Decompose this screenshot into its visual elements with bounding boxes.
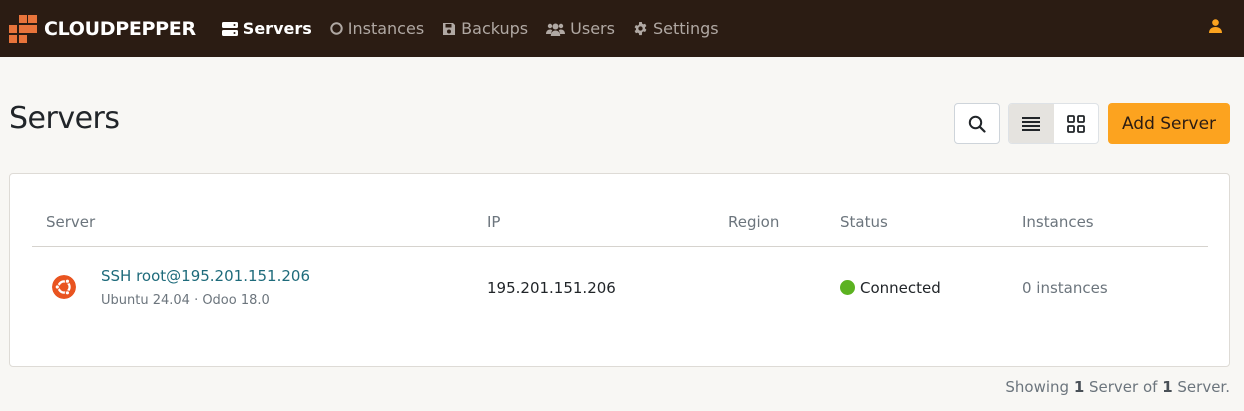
- view-toggle: [1008, 103, 1099, 144]
- main-nav: Servers Instances Backups Users Settings: [221, 19, 737, 38]
- search-icon: [968, 115, 986, 133]
- column-header-instances[interactable]: Instances: [1022, 213, 1094, 231]
- server-status: Connected: [840, 279, 941, 297]
- column-header-region[interactable]: Region: [728, 213, 779, 231]
- pagination-summary: Showing 1 Server of 1 Server.: [1005, 378, 1230, 396]
- server-name-link[interactable]: SSH root@195.201.151.206: [101, 267, 310, 285]
- nav-item-users[interactable]: Users: [546, 19, 615, 38]
- user-icon: [1208, 19, 1222, 33]
- gear-icon: [634, 21, 647, 36]
- column-header-server[interactable]: Server: [46, 213, 95, 231]
- column-header-ip[interactable]: IP: [487, 213, 500, 231]
- nav-item-label: Settings: [652, 19, 719, 38]
- page-title: Servers: [9, 101, 120, 136]
- pagination-total-count: 1: [1162, 378, 1173, 396]
- nav-item-label: Backups: [461, 19, 529, 38]
- table-row[interactable]: SSH root@195.201.151.206 Ubuntu 24.04 · …: [32, 247, 1208, 327]
- users-icon: [546, 23, 566, 36]
- server-instances-count: 0 instances: [1022, 279, 1108, 297]
- cloudpepper-logo-icon: [9, 14, 37, 43]
- pagination-shown-count: 1: [1073, 378, 1085, 396]
- nav-item-instances[interactable]: Instances: [330, 19, 424, 38]
- nav-item-servers[interactable]: Servers: [221, 19, 312, 38]
- grid-view-button[interactable]: [1054, 104, 1099, 143]
- pagination-prefix: Showing: [1005, 378, 1074, 396]
- nav-item-label: Instances: [347, 19, 425, 38]
- nav-item-label: Servers: [242, 19, 312, 38]
- add-server-button[interactable]: Add Server: [1108, 103, 1230, 144]
- server-ip: 195.201.151.206: [487, 279, 616, 297]
- user-menu-button[interactable]: [1206, 17, 1224, 35]
- status-text: Connected: [860, 279, 941, 297]
- ubuntu-icon: [52, 275, 76, 299]
- status-connected-icon: [840, 280, 855, 295]
- pagination-middle: Server of: [1084, 378, 1163, 396]
- server-icon: [221, 21, 238, 36]
- nav-item-settings[interactable]: Settings: [633, 19, 719, 38]
- server-subtitle: Ubuntu 24.04 · Odoo 18.0: [101, 293, 270, 308]
- circle-icon: [330, 22, 343, 35]
- nav-item-label: Users: [570, 19, 615, 38]
- column-header-status[interactable]: Status: [840, 213, 888, 231]
- servers-table-card: Server IP Region Status Instances SSH ro…: [9, 173, 1230, 367]
- grid-view-icon: [1066, 114, 1085, 133]
- floppy-disk-icon: [443, 22, 456, 35]
- search-button[interactable]: [954, 103, 1000, 144]
- brand-name: CLOUDPEPPER: [44, 17, 196, 40]
- list-view-icon: [1022, 116, 1041, 131]
- top-navbar: CLOUDPEPPER Servers Instances Backups Us…: [0, 0, 1244, 57]
- brand[interactable]: CLOUDPEPPER: [9, 14, 196, 43]
- list-view-button[interactable]: [1009, 104, 1054, 143]
- pagination-suffix: Server.: [1172, 378, 1230, 396]
- nav-item-backups[interactable]: Backups: [442, 19, 528, 38]
